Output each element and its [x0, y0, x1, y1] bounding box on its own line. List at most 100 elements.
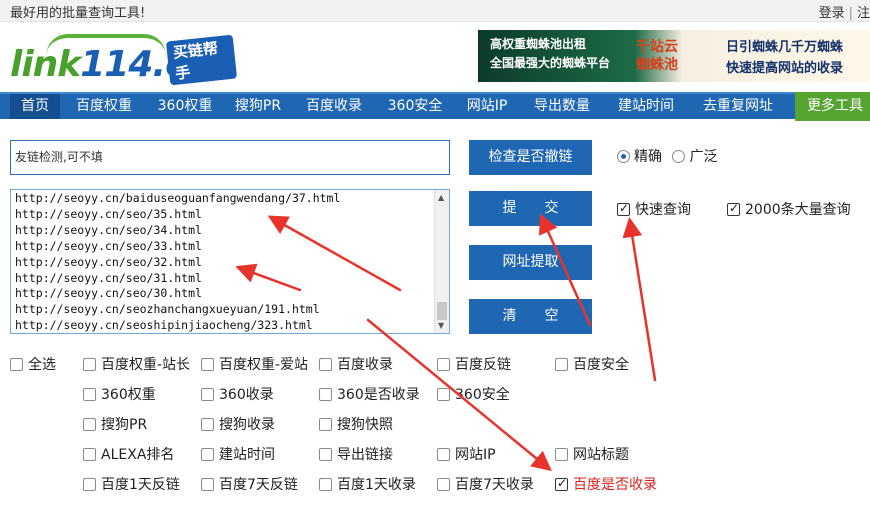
- nav-item-build-time[interactable]: 建站时间: [610, 94, 682, 119]
- option-checkbox[interactable]: 百度7天收录: [437, 474, 534, 494]
- option-checkbox[interactable]: 网站IP: [437, 444, 496, 464]
- nav-item-home[interactable]: 首页: [10, 94, 60, 119]
- option-label: 360安全: [455, 387, 510, 403]
- url-line: http://seoyy.cn/seo/34.html: [15, 222, 202, 237]
- radio-exact[interactable]: 精确: [617, 149, 662, 165]
- option-label: 百度收录: [337, 357, 393, 373]
- url-scrollbar[interactable]: ▲ ▼: [434, 190, 449, 333]
- main-nav: 首页 百度权重 360权重 搜狗PR 百度收录 360安全 网站IP 导出数量 …: [0, 92, 870, 121]
- checkbox-icon[interactable]: [10, 358, 23, 371]
- nav-item-360-safe[interactable]: 360安全: [382, 94, 448, 119]
- logo-badge: 买链帮手: [165, 34, 238, 86]
- option-checkbox[interactable]: 搜狗快照: [319, 414, 393, 434]
- checkbox-icon[interactable]: [201, 478, 214, 491]
- checkbox-icon[interactable]: [201, 388, 214, 401]
- option-checkbox[interactable]: ALEXA排名: [83, 444, 174, 464]
- friend-link-input[interactable]: 友链检测,可不填: [10, 140, 450, 175]
- checkbox-icon[interactable]: [555, 358, 568, 371]
- extract-url-button[interactable]: 网址提取: [469, 245, 592, 280]
- checkbox-icon[interactable]: [319, 478, 332, 491]
- nav-item-dedupe-urls[interactable]: 去重复网址: [694, 94, 782, 119]
- checkbox-icon[interactable]: [437, 478, 450, 491]
- url-lines: http://seoyy.cn/baiduseoguanfangwendang/…: [15, 191, 341, 333]
- nav-item-more-tools[interactable]: 更多工具: [795, 92, 870, 121]
- option-checkbox[interactable]: 导出链接: [319, 444, 393, 464]
- url-line: http://seoyy.cn/baiduseoguanfangwendang/…: [15, 191, 341, 205]
- option-checkbox[interactable]: 百度反链: [437, 354, 511, 374]
- scroll-thumb[interactable]: [437, 302, 447, 320]
- checkbox-icon[interactable]: [83, 358, 96, 371]
- option-checkbox[interactable]: 百度安全: [555, 354, 629, 374]
- nav-item-baidu-index[interactable]: 百度收录: [298, 94, 370, 119]
- checkbox-icon[interactable]: [201, 358, 214, 371]
- checkbox-icon[interactable]: [83, 418, 96, 431]
- nav-item-sogou-pr[interactable]: 搜狗PR: [228, 94, 288, 119]
- option-checkbox[interactable]: 百度权重-站长: [83, 354, 190, 374]
- checkbox-icon[interactable]: [83, 448, 96, 461]
- option-checkbox[interactable]: 建站时间: [201, 444, 275, 464]
- url-line: http://seoyy.cn/seozhanchangxueyuan/191.…: [15, 302, 320, 317]
- checkbox-icon[interactable]: [83, 478, 96, 491]
- option-checkbox[interactable]: 360安全: [437, 384, 510, 404]
- option-label: 百度7天收录: [455, 477, 534, 493]
- checkbox-icon[interactable]: [437, 388, 450, 401]
- checkbox-icon[interactable]: [437, 448, 450, 461]
- option-checkbox[interactable]: 网站标题: [555, 444, 629, 464]
- nav-item-site-ip[interactable]: 网站IP: [458, 94, 516, 119]
- radio-broad-icon[interactable]: [672, 150, 686, 163]
- checkbox-icon[interactable]: [319, 418, 332, 431]
- option-checkbox[interactable]: 百度7天反链: [201, 474, 298, 494]
- option-checkbox[interactable]: 百度1天反链: [83, 474, 180, 494]
- radio-exact-icon[interactable]: [617, 150, 630, 163]
- option-checkbox[interactable]: 搜狗收录: [201, 414, 275, 434]
- account-links: 登录 | 注: [819, 2, 870, 21]
- option-checkbox[interactable]: 百度1天收录: [319, 474, 416, 494]
- checkbox-checked-icon[interactable]: [555, 476, 568, 491]
- submit-button[interactable]: 提 交: [469, 191, 592, 226]
- bulk-query-checkbox[interactable]: 2000条大量查询: [727, 199, 851, 219]
- checkbox-icon[interactable]: [437, 358, 450, 371]
- clear-button[interactable]: 清 空: [469, 299, 592, 334]
- select-all-checkbox[interactable]: 全选: [10, 354, 56, 374]
- check-removed-link-button[interactable]: 检查是否撤链: [469, 140, 592, 175]
- banner-ad[interactable]: 高权重蜘蛛池出租 全国最强大的蜘蛛平台 千站云 蜘蛛池 日引蜘蛛几千万蜘蛛 快速…: [478, 30, 870, 82]
- checkbox-checked-icon[interactable]: [617, 201, 630, 216]
- option-label: 建站时间: [219, 447, 275, 463]
- site-logo[interactable]: link114.cn 买链帮手: [10, 30, 238, 88]
- checkbox-checked-icon[interactable]: [727, 201, 740, 216]
- option-checkbox[interactable]: 360权重: [83, 384, 156, 404]
- baidu-indexed-checkbox[interactable]: 百度是否收录: [555, 474, 657, 494]
- checkbox-icon[interactable]: [319, 388, 332, 401]
- checkbox-icon[interactable]: [201, 448, 214, 461]
- banner-brand-line2: 蜘蛛池: [636, 57, 678, 73]
- nav-item-360-weight[interactable]: 360权重: [152, 94, 218, 119]
- register-link[interactable]: 注: [857, 6, 870, 21]
- login-link[interactable]: 登录: [819, 6, 845, 21]
- option-label: 百度1天收录: [337, 477, 416, 493]
- radio-broad[interactable]: 广泛: [672, 149, 717, 165]
- url-textarea[interactable]: http://seoyy.cn/baiduseoguanfangwendang/…: [10, 189, 450, 334]
- option-checkbox[interactable]: 百度权重-爱站: [201, 354, 308, 374]
- checkbox-icon[interactable]: [201, 418, 214, 431]
- checkbox-icon[interactable]: [83, 388, 96, 401]
- match-mode-radios: 精确 广泛: [617, 146, 717, 166]
- option-checkbox[interactable]: 360是否收录: [319, 384, 420, 404]
- bulk-query-label: 2000条大量查询: [745, 202, 851, 218]
- option-label: 导出链接: [337, 447, 393, 463]
- checkbox-icon[interactable]: [319, 358, 332, 371]
- option-label: 百度权重-爱站: [219, 357, 309, 373]
- fast-query-checkbox[interactable]: 快速查询: [617, 199, 691, 219]
- scroll-up-icon[interactable]: ▲: [438, 193, 444, 202]
- scroll-down-icon[interactable]: ▼: [438, 321, 444, 330]
- nav-item-baidu-weight[interactable]: 百度权重: [68, 94, 140, 119]
- option-checkbox[interactable]: 搜狗PR: [83, 414, 147, 434]
- option-label: 全选: [28, 357, 56, 373]
- checkbox-icon[interactable]: [555, 448, 568, 461]
- option-checkbox[interactable]: 360收录: [201, 384, 274, 404]
- logo-text-link: link: [10, 44, 81, 85]
- radio-exact-label: 精确: [634, 149, 662, 165]
- checkbox-icon[interactable]: [319, 448, 332, 461]
- url-line: http://seoyy.cn/seo/32.html: [15, 254, 202, 269]
- nav-item-export-count[interactable]: 导出数量: [527, 94, 597, 119]
- option-checkbox[interactable]: 百度收录: [319, 354, 393, 374]
